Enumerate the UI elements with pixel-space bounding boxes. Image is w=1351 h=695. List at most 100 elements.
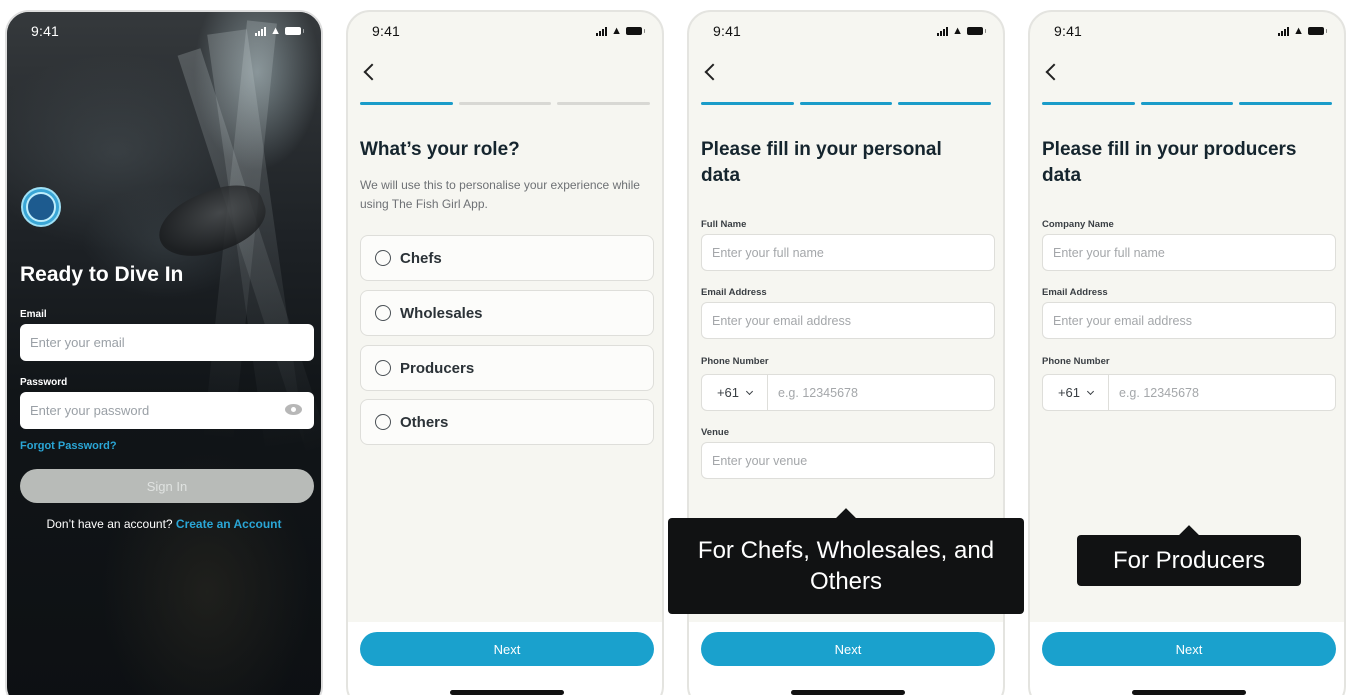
phone-label: Phone Number — [701, 356, 769, 367]
email-input[interactable]: Enter your email address — [1042, 302, 1336, 339]
status-bar: 9:41 ▲ — [689, 12, 1003, 50]
progress-step-3 — [557, 102, 651, 105]
email-placeholder: Enter your email — [30, 335, 125, 350]
login-title: Ready to Dive In — [20, 263, 184, 286]
role-subtitle: We will use this to personalise your exp… — [360, 178, 640, 212]
wifi-icon: ▲ — [952, 24, 963, 37]
phone-placeholder: e.g. 12345678 — [1119, 385, 1199, 400]
login-screen: 9:41 ▲ Ready to Dive In Email Enter your… — [5, 10, 323, 695]
producers-data-screen: 9:41 ▲ Please fill in your producers dat… — [1028, 10, 1346, 695]
full-name-placeholder: Enter your full name — [712, 245, 824, 260]
personal-title: Please fill in your personal data — [701, 139, 942, 186]
role-option-label: Producers — [400, 359, 475, 377]
role-option-producers[interactable]: Producers — [360, 345, 654, 391]
email-label: Email Address — [701, 287, 767, 298]
sign-in-button[interactable]: Sign In — [20, 469, 314, 503]
chevron-down-icon — [745, 387, 754, 395]
battery-icon — [967, 27, 986, 35]
phone-label: Phone Number — [1042, 356, 1110, 367]
radio-icon — [375, 360, 391, 376]
step-progress — [701, 102, 992, 105]
status-bar: 9:41 ▲ — [348, 12, 662, 50]
role-option-wholesales[interactable]: Wholesales — [360, 290, 654, 336]
battery-icon — [1308, 27, 1327, 35]
signal-icon — [596, 26, 608, 36]
role-option-others[interactable]: Others — [360, 399, 654, 445]
progress-step-2 — [799, 102, 893, 105]
status-time: 9:41 — [1054, 23, 1083, 39]
home-indicator — [1132, 690, 1246, 695]
status-icons: ▲ — [937, 24, 986, 37]
radio-icon — [375, 414, 391, 430]
email-placeholder: Enter your email address — [1053, 313, 1192, 328]
country-code-value: +61 — [1057, 385, 1081, 400]
next-button[interactable]: Next — [360, 632, 654, 666]
radio-icon — [375, 305, 391, 321]
company-name-label: Company Name — [1042, 219, 1114, 230]
wifi-icon: ▲ — [611, 24, 622, 37]
create-account-link[interactable]: Create an Account — [176, 517, 282, 531]
role-option-label: Others — [400, 413, 449, 431]
signal-icon — [255, 26, 267, 36]
venue-placeholder: Enter your venue — [712, 453, 808, 468]
status-icons: ▲ — [596, 24, 645, 37]
forgot-password-link[interactable]: Forgot Password? — [20, 440, 117, 452]
back-chevron-icon[interactable] — [363, 63, 381, 81]
status-time: 9:41 — [31, 23, 60, 39]
role-option-chefs[interactable]: Chefs — [360, 235, 654, 281]
chevron-down-icon — [1086, 387, 1095, 395]
venue-label: Venue — [701, 427, 729, 438]
battery-icon — [285, 27, 304, 35]
progress-step-3 — [898, 102, 992, 105]
progress-step-1 — [360, 102, 453, 105]
role-option-label: Chefs — [400, 249, 442, 267]
status-time: 9:41 — [713, 23, 742, 39]
password-input[interactable]: Enter your password — [20, 392, 314, 429]
radio-icon — [375, 250, 391, 266]
email-input[interactable]: Enter your email — [20, 324, 314, 361]
phone-input[interactable]: +61 e.g. 12345678 — [1042, 374, 1336, 411]
step-progress — [360, 102, 651, 105]
battery-icon — [626, 27, 645, 35]
country-code-select[interactable]: +61 — [702, 375, 768, 410]
status-icons: ▲ — [1278, 24, 1327, 37]
back-chevron-icon[interactable] — [1045, 63, 1063, 81]
tooltip-producers: For Producers — [1077, 535, 1301, 586]
progress-step-2 — [1140, 102, 1234, 105]
create-account-line: Don’t have an account? Create an Account — [7, 517, 321, 531]
email-label: Email Address — [1042, 287, 1108, 298]
progress-step-2 — [458, 102, 552, 105]
role-screen: 9:41 ▲ What’s your role? We will use thi… — [346, 10, 664, 695]
status-time: 9:41 — [372, 23, 401, 39]
status-bar: 9:41 ▲ — [7, 12, 321, 50]
producers-title: Please fill in your producers data — [1042, 139, 1297, 186]
password-label: Password — [20, 377, 68, 388]
home-indicator — [450, 690, 564, 695]
next-button[interactable]: Next — [701, 632, 995, 666]
next-button[interactable]: Next — [1042, 632, 1336, 666]
company-name-input[interactable]: Enter your full name — [1042, 234, 1336, 271]
step-progress — [1042, 102, 1333, 105]
status-bar: 9:41 ▲ — [1030, 12, 1344, 50]
venue-input[interactable]: Enter your venue — [701, 442, 995, 479]
eye-icon[interactable] — [285, 404, 302, 415]
progress-step-1 — [701, 102, 794, 105]
phone-input[interactable]: +61 e.g. 12345678 — [701, 374, 995, 411]
signal-icon — [937, 26, 949, 36]
no-account-text: Don’t have an account? — [46, 517, 173, 531]
email-label: Email — [20, 309, 47, 320]
email-placeholder: Enter your email address — [712, 313, 851, 328]
country-code-select[interactable]: +61 — [1043, 375, 1109, 410]
role-option-label: Wholesales — [400, 304, 483, 322]
password-placeholder: Enter your password — [30, 403, 150, 418]
tooltip-chefs-wholesales-others: For Chefs, Wholesales, and Others — [668, 518, 1024, 614]
email-input[interactable]: Enter your email address — [701, 302, 995, 339]
full-name-input[interactable]: Enter your full name — [701, 234, 995, 271]
phone-placeholder: e.g. 12345678 — [778, 385, 858, 400]
fish-girl-logo — [21, 187, 61, 227]
back-chevron-icon[interactable] — [704, 63, 722, 81]
role-title: What’s your role? — [360, 139, 520, 160]
full-name-label: Full Name — [701, 219, 747, 230]
status-icons: ▲ — [255, 25, 304, 37]
wifi-icon: ▲ — [1293, 24, 1304, 37]
